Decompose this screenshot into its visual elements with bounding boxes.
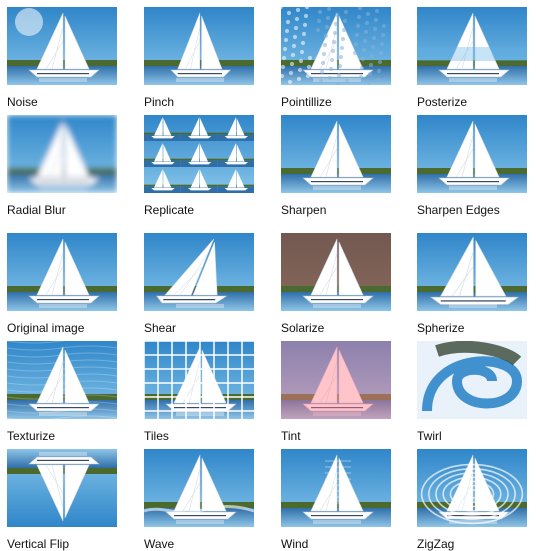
filter-thumbnail-shear <box>144 233 254 311</box>
filter-label: Posterize <box>417 95 468 109</box>
filter-label: Replicate <box>144 203 195 217</box>
filter-thumbnail-sharpen-edges <box>417 115 527 193</box>
filter-thumbnail-wave <box>144 449 254 527</box>
filter-label: Solarize <box>281 321 325 335</box>
filter-label: Original image <box>7 321 85 335</box>
filter-thumbnail-solarize <box>281 233 391 311</box>
filter-label: Tint <box>281 429 301 443</box>
filter-label: Vertical Flip <box>7 537 70 551</box>
filter-label: Wave <box>144 537 175 551</box>
filter-label: Pinch <box>144 95 175 109</box>
filter-label: Pointillize <box>281 95 332 109</box>
filter-label: Twirl <box>417 429 442 443</box>
filter-thumbnail-wind <box>281 449 391 527</box>
filter-thumbnail-twirl <box>417 341 527 419</box>
filter-label: Shear <box>144 321 177 335</box>
filter-label: Noise <box>7 95 38 109</box>
filter-label: Texturize <box>7 429 56 443</box>
filter-label: Wind <box>281 537 309 551</box>
filter-thumbnail-texturize <box>7 341 117 419</box>
filter-label: Radial Blur <box>7 203 66 217</box>
filter-label: Sharpen <box>281 203 327 217</box>
filter-thumbnail-vertical-flip <box>7 449 117 527</box>
filter-thumbnail-sharpen <box>281 115 391 193</box>
filter-thumbnail-original-image <box>7 233 117 311</box>
filter-thumbnail-tint <box>281 341 391 419</box>
filter-thumbnail-tiles <box>144 341 254 419</box>
filter-label: Sharpen Edges <box>417 203 500 217</box>
filter-thumbnail-radial-blur <box>7 115 117 193</box>
filter-label: ZigZag <box>417 537 455 551</box>
filter-label: Tiles <box>144 429 169 443</box>
filter-label: Spherize <box>417 321 465 335</box>
filter-gallery: Noise Pinch Pointillize Posterize Radial Blu… <box>0 0 536 551</box>
filter-thumbnail-pointillize <box>281 7 391 85</box>
filter-thumbnail-pinch <box>144 7 254 85</box>
filter-thumbnail-replicate <box>144 115 254 193</box>
filter-thumbnail-spherize <box>417 233 527 311</box>
filter-thumbnail-noise <box>7 7 117 85</box>
filter-thumbnail-posterize <box>417 7 527 85</box>
filter-thumbnail-zigzag <box>417 449 527 527</box>
